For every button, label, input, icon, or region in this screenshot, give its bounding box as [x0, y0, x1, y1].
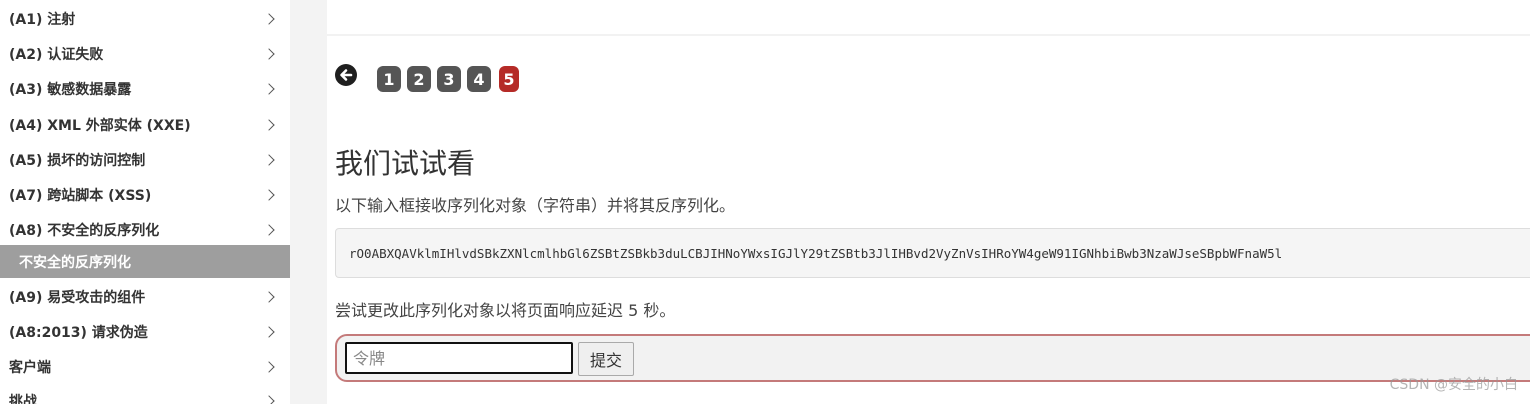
- divider: [327, 34, 1530, 36]
- token-input[interactable]: [345, 342, 573, 374]
- page-button-2[interactable]: 2: [407, 66, 431, 92]
- sidebar-item-a3-sensitive-data[interactable]: (A3) 敏感数据暴露: [0, 71, 290, 106]
- sidebar-item-label: (A8:2013) 请求伪造: [9, 324, 148, 341]
- sidebar-subitem-label: 不安全的反序列化: [19, 254, 131, 271]
- attack-form: 提交: [335, 334, 1530, 382]
- sidebar-item-label: (A4) XML 外部实体 (XXE): [9, 117, 191, 134]
- sidebar-item-a9-vulnerable-components[interactable]: (A9) 易受攻击的组件: [0, 279, 290, 314]
- page-button-5-current[interactable]: 5: [499, 66, 519, 92]
- sidebar-item-label: (A5) 损坏的访问控制: [9, 152, 146, 169]
- page-button-4[interactable]: 4: [467, 66, 491, 92]
- sidebar-item-label: (A9) 易受攻击的组件: [9, 289, 146, 306]
- sidebar-item-a4-xxe[interactable]: (A4) XML 外部实体 (XXE): [0, 107, 290, 142]
- chevron-right-icon: [263, 12, 275, 25]
- chevron-right-icon: [263, 188, 275, 201]
- chevron-right-icon: [263, 290, 275, 303]
- sidebar-item-a7-xss[interactable]: (A7) 跨站脚本 (XSS): [0, 177, 290, 212]
- sidebar-item-a8-2013-csrf[interactable]: (A8:2013) 请求伪造: [0, 314, 290, 349]
- sidebar-item-label: (A1) 注射: [9, 11, 76, 28]
- chevron-right-icon: [263, 360, 275, 373]
- lesson-instruction: 尝试更改此序列化对象以将页面响应延迟 5 秒。: [335, 301, 676, 320]
- chevron-right-icon: [263, 394, 275, 404]
- csdn-watermark: CSDN @安全的小白: [1389, 377, 1518, 393]
- sidebar-item-client-side[interactable]: 客户端: [0, 349, 290, 384]
- chevron-right-icon: [263, 223, 275, 236]
- sidebar-item-a1-injection[interactable]: (A1) 注射: [0, 1, 290, 36]
- page-button-3[interactable]: 3: [437, 66, 461, 92]
- chevron-right-icon: [263, 82, 275, 95]
- sidebar-item-label: (A7) 跨站脚本 (XSS): [9, 187, 152, 204]
- chevron-right-icon: [263, 153, 275, 166]
- sidebar-subitem-insecure-deserialization[interactable]: 不安全的反序列化: [0, 245, 290, 278]
- chevron-right-icon: [263, 47, 275, 60]
- chevron-right-icon: [263, 118, 275, 131]
- sidebar-item-label: 挑战: [9, 393, 37, 404]
- sidebar-item-a2-broken-auth[interactable]: (A2) 认证失败: [0, 36, 290, 71]
- sidebar: (A1) 注射 (A2) 认证失败 (A3) 敏感数据暴露 (A4) XML 外…: [0, 0, 290, 404]
- arrow-left-circle-icon[interactable]: [335, 64, 357, 86]
- sidebar-item-challenges[interactable]: 挑战: [0, 383, 290, 404]
- sidebar-item-label: (A2) 认证失败: [9, 46, 104, 63]
- page-button-1[interactable]: 1: [377, 66, 401, 92]
- lesson-content: 1 2 3 4 5 我们试试看 以下输入框接收序列化对象（字符串）并将其反序列化…: [327, 0, 1530, 404]
- sidebar-item-a8-deserialization[interactable]: (A8) 不安全的反序列化: [0, 212, 290, 247]
- sidebar-item-a5-access-control[interactable]: (A5) 损坏的访问控制: [0, 142, 290, 177]
- lesson-description: 以下输入框接收序列化对象（字符串）并将其反序列化。: [335, 196, 736, 215]
- sidebar-item-label: 客户端: [9, 359, 51, 376]
- chevron-right-icon: [263, 325, 275, 338]
- sidebar-item-label: (A8) 不安全的反序列化: [9, 222, 160, 239]
- sidebar-item-label: (A3) 敏感数据暴露: [9, 81, 132, 98]
- submit-button[interactable]: 提交: [578, 342, 634, 376]
- lesson-title: 我们试试看: [335, 147, 476, 180]
- serialized-object-code: rO0ABXQAVklmIHlvdSBkZXNlcmlhbGl6ZSBtZSBk…: [335, 228, 1530, 278]
